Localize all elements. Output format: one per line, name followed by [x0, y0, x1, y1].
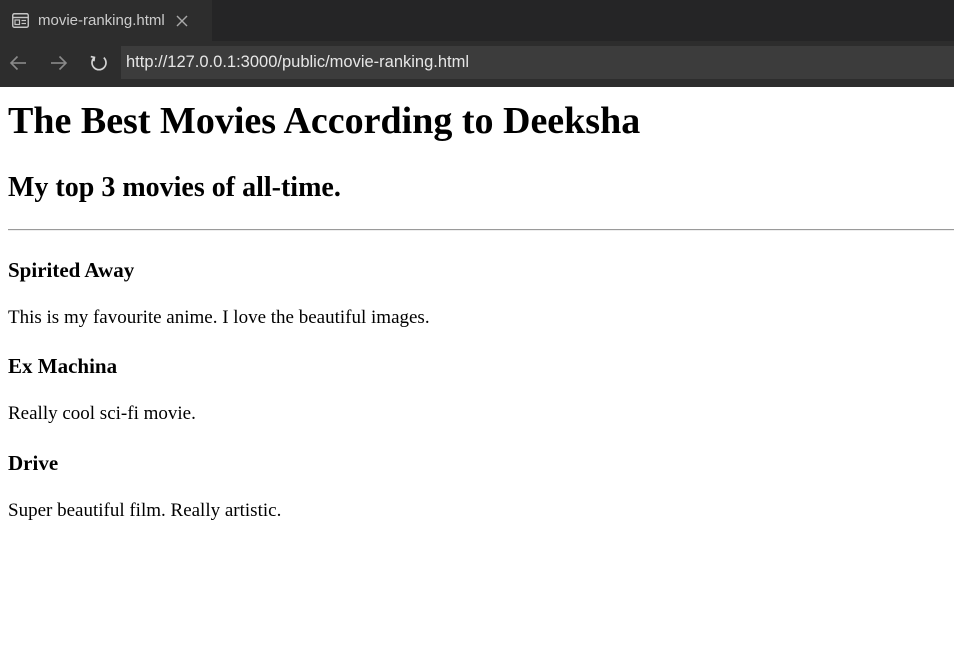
- movie-description: Really cool sci-fi movie.: [8, 403, 196, 424]
- movie-title: Spirited Away: [8, 258, 135, 282]
- horizontal-divider: [8, 229, 954, 231]
- address-bar[interactable]: http://127.0.0.1:3000/public/movie-ranki…: [121, 46, 954, 79]
- page-icon: [11, 12, 29, 30]
- browser-window: movie-ranking.html http://127.0.0.1:3000…: [0, 0, 954, 646]
- page-subtitle: My top 3 movies of all-time.: [8, 172, 341, 203]
- tab-strip: movie-ranking.html: [0, 0, 954, 41]
- navigation-bar: http://127.0.0.1:3000/public/movie-ranki…: [0, 41, 954, 87]
- movie-description: This is my favourite anime. I love the b…: [8, 307, 430, 328]
- url-text: http://127.0.0.1:3000/public/movie-ranki…: [126, 53, 470, 71]
- arrow-right-icon[interactable]: [49, 53, 69, 73]
- close-icon[interactable]: [175, 14, 189, 28]
- tab-movie-ranking[interactable]: movie-ranking.html: [0, 0, 212, 41]
- page-content: The Best Movies According to Deeksha My …: [0, 87, 954, 646]
- tab-title: movie-ranking.html: [38, 12, 165, 29]
- reload-icon[interactable]: [89, 53, 109, 73]
- movie-title: Ex Machina: [8, 354, 118, 378]
- page-title: The Best Movies According to Deeksha: [8, 100, 641, 142]
- movie-title: Drive: [8, 451, 59, 475]
- movie-description: Super beautiful film. Really artistic.: [8, 500, 282, 521]
- arrow-left-icon[interactable]: [8, 53, 28, 73]
